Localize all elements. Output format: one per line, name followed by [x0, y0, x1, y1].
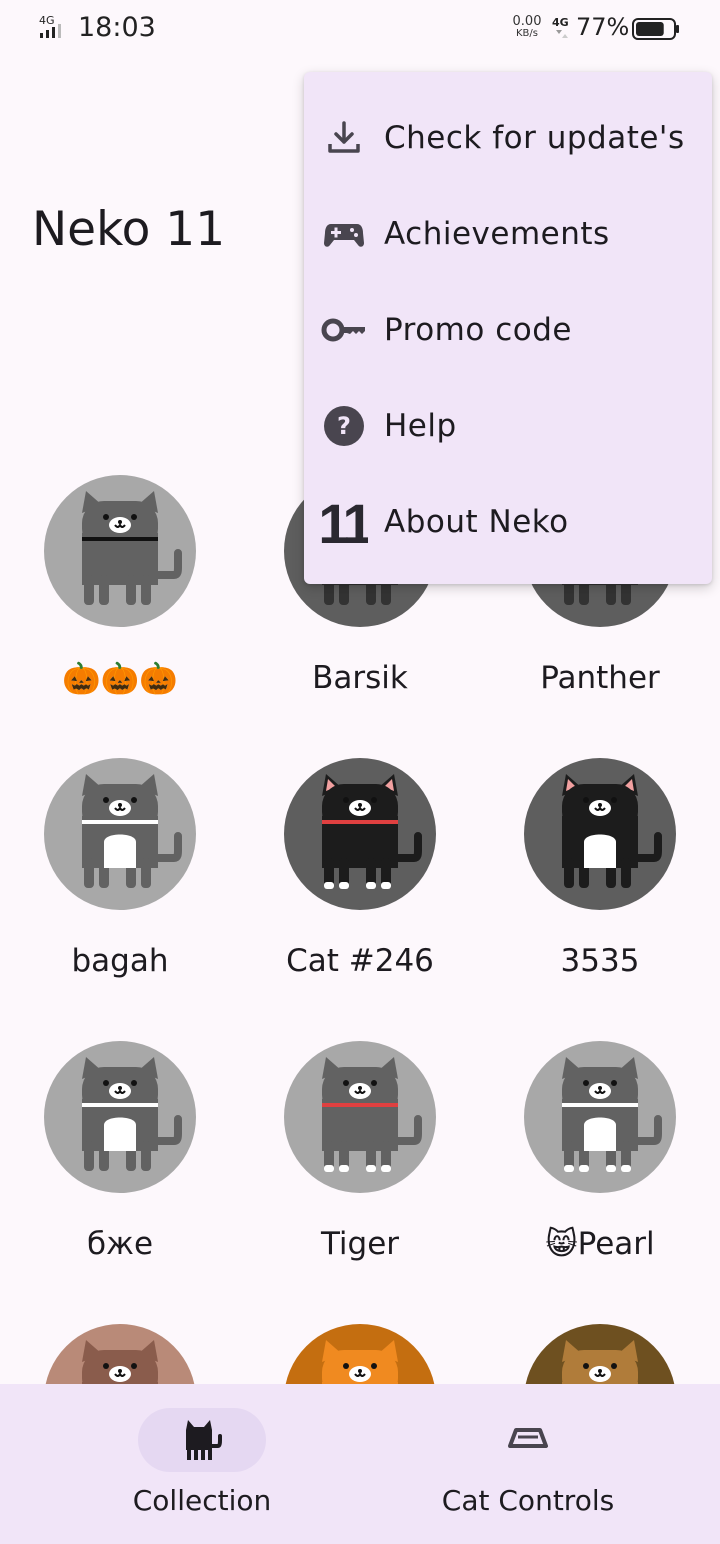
- bottom-navigation: Collection Cat Controls: [0, 1384, 720, 1544]
- menu-label: Check for update's: [384, 120, 685, 156]
- cat-card[interactable]: Tiger: [240, 1036, 480, 1319]
- overflow-menu: Check for update's Achievements Promo co…: [304, 72, 712, 584]
- battery-icon: [632, 18, 679, 40]
- battery-percent: 77%: [576, 13, 630, 41]
- status-time: 18:03: [78, 12, 156, 43]
- download-icon: [320, 114, 368, 162]
- status-bar: 4G 18:03 0.00 KB/s 4G 77%: [0, 0, 720, 60]
- cat-card[interactable]: [0, 1319, 240, 1384]
- data-network-icon: 4G: [552, 16, 569, 38]
- menu-item-help[interactable]: ? Help: [304, 378, 712, 474]
- key-icon: [320, 306, 368, 354]
- cat-name: bagah: [71, 943, 169, 979]
- menu-item-promo-code[interactable]: Promo code: [304, 282, 712, 378]
- cat-card[interactable]: бже: [0, 1036, 240, 1319]
- menu-label: Promo code: [384, 312, 572, 348]
- svg-text:11: 11: [320, 494, 368, 550]
- tab-cat-controls[interactable]: Cat Controls: [348, 1384, 708, 1544]
- app-title: Neko 11: [32, 202, 226, 257]
- svg-text:?: ?: [337, 412, 351, 440]
- cat-name: Panther: [540, 660, 660, 696]
- menu-label: Help: [384, 408, 457, 444]
- svg-text:4G: 4G: [552, 16, 569, 29]
- cat-avatar: [284, 758, 436, 910]
- cat-name: 🎃🎃🎃: [62, 661, 178, 697]
- cat-avatar: [524, 1324, 676, 1384]
- cat-name: Cat #246: [286, 943, 434, 979]
- cat-name: 😸Pearl: [545, 1226, 655, 1262]
- cat-name: Tiger: [320, 1226, 400, 1262]
- menu-item-about-neko[interactable]: 11 About Neko: [304, 474, 712, 570]
- tab-label: Cat Controls: [441, 1484, 615, 1517]
- help-icon: ?: [320, 402, 368, 450]
- menu-label: Achievements: [384, 216, 610, 252]
- cat-avatar: [44, 758, 196, 910]
- cat-name: бже: [86, 1226, 154, 1262]
- menu-item-check-updates[interactable]: Check for update's: [304, 90, 712, 186]
- tab-label: Collection: [132, 1484, 272, 1517]
- cat-avatar: [44, 1324, 196, 1384]
- signal-4g-icon: 4G: [39, 14, 61, 38]
- gamepad-icon: [320, 210, 368, 258]
- cat-card[interactable]: [240, 1319, 480, 1384]
- cat-card[interactable]: 😸Pearl: [480, 1036, 720, 1319]
- network-speed: 0.00 KB/s: [508, 14, 546, 40]
- cat-card[interactable]: 🎃🎃🎃: [0, 470, 240, 753]
- network-speed-value: 0.00: [512, 14, 542, 29]
- cat-avatar: [44, 475, 196, 627]
- network-speed-unit: KB/s: [516, 28, 538, 39]
- cat-avatar: [524, 1041, 676, 1193]
- neko-11-logo-icon: 11: [320, 494, 368, 550]
- bowl-icon: [508, 1428, 548, 1448]
- svg-text:4G: 4G: [39, 14, 55, 27]
- cat-icon: [186, 1420, 222, 1460]
- cat-card[interactable]: bagah: [0, 753, 240, 1036]
- menu-item-achievements[interactable]: Achievements: [304, 186, 712, 282]
- cat-avatar: [524, 758, 676, 910]
- menu-label: About Neko: [384, 504, 569, 540]
- cat-card[interactable]: Cat #246: [240, 753, 480, 1036]
- cat-card[interactable]: [480, 1319, 720, 1384]
- cat-collection-grid: 🎃🎃🎃 Barsik Panther bagah Cat #246 3535 бже Tige…: [0, 470, 720, 1384]
- cat-avatar: [44, 1041, 196, 1193]
- cat-avatar: [284, 1041, 436, 1193]
- cat-name: Barsik: [312, 660, 408, 696]
- cat-card[interactable]: 3535: [480, 753, 720, 1036]
- tab-collection[interactable]: Collection: [11, 1384, 371, 1544]
- cat-name: 3535: [560, 943, 640, 979]
- cat-avatar: [284, 1324, 436, 1384]
